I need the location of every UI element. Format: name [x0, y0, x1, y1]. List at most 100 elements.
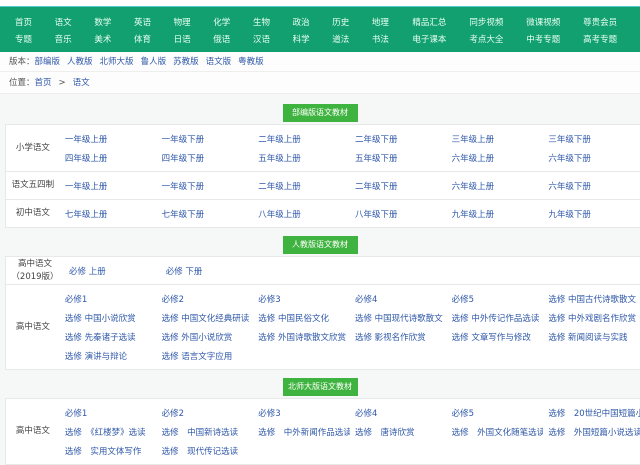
nav-link[interactable]: 汉语	[253, 33, 293, 45]
textbook-link[interactable]: 选修 外国小说欣赏	[157, 331, 254, 343]
textbook-link[interactable]: 六年级上册	[447, 180, 544, 192]
textbook-link[interactable]: 选修 现代传记选读	[157, 445, 254, 457]
textbook-link[interactable]: 选修 中外戏剧名作欣赏	[543, 312, 640, 324]
textbook-link[interactable]: 一年级上册	[60, 133, 157, 145]
textbook-link[interactable]: 五年级下册	[350, 152, 447, 164]
nav-link[interactable]: 数学	[94, 16, 134, 28]
nav-link[interactable]: 历史	[332, 16, 372, 28]
textbook-link[interactable]: 二年级上册	[253, 133, 350, 145]
textbook-link[interactable]: 二年级下册	[350, 180, 447, 192]
nav-link[interactable]: 语文	[55, 16, 95, 28]
textbook-link[interactable]: 选修 中外传记作品选读	[447, 312, 544, 324]
textbook-link[interactable]: 四年级下册	[157, 152, 254, 164]
textbook-link[interactable]: 九年级上册	[447, 208, 544, 220]
nav-link[interactable]: 同步视频	[469, 16, 526, 28]
version-link[interactable]: 粤教版	[238, 57, 264, 67]
version-link[interactable]: 语文版	[206, 57, 232, 67]
textbook-link[interactable]: 选修 演讲与辩论	[60, 350, 157, 362]
textbook-link[interactable]: 必修4	[350, 293, 447, 305]
nav-link[interactable]: 精品汇总	[412, 16, 469, 28]
nav-link[interactable]: 高考专题	[583, 33, 640, 45]
textbook-link[interactable]: 一年级下册	[157, 180, 254, 192]
textbook-link[interactable]: 必修1	[60, 407, 157, 419]
textbook-link[interactable]: 选修 外国短篇小说选读	[543, 426, 640, 438]
textbook-link[interactable]: 三年级下册	[543, 133, 640, 145]
textbook-link[interactable]: 必修5	[447, 293, 544, 305]
nav-link[interactable]: 考点大全	[469, 33, 526, 45]
textbook-link[interactable]: 必修 上册	[64, 265, 161, 277]
textbook-link[interactable]: 必修2	[157, 407, 254, 419]
textbook-link[interactable]: 九年级下册	[543, 208, 640, 220]
textbook-link[interactable]: 选修 外国文化随笔选读	[447, 426, 544, 438]
textbook-link[interactable]: 选修 唐诗欣赏	[350, 426, 447, 438]
textbook-link[interactable]: 选修 中国小说欣赏	[60, 312, 157, 324]
textbook-link[interactable]: 七年级上册	[60, 208, 157, 220]
nav-link[interactable]: 生物	[253, 16, 293, 28]
nav-link[interactable]: 尊贵会员	[583, 16, 640, 28]
nav-link[interactable]: 中考专题	[526, 33, 583, 45]
textbook-link[interactable]: 选修 《红楼梦》选读	[60, 426, 157, 438]
textbook-link[interactable]: 必修3	[253, 293, 350, 305]
nav-link[interactable]: 地理	[372, 16, 413, 28]
textbook-link[interactable]: 三年级上册	[447, 133, 544, 145]
nav-link[interactable]: 俄语	[213, 33, 253, 45]
textbook-link[interactable]: 一年级下册	[157, 133, 254, 145]
textbook-link[interactable]: 选修 20世纪中国短篇小	[543, 407, 640, 419]
nav-link[interactable]: 专题	[15, 33, 55, 45]
textbook-link[interactable]: 二年级下册	[350, 133, 447, 145]
textbook-link[interactable]: 六年级下册	[543, 152, 640, 164]
textbook-link[interactable]: 必修4	[350, 407, 447, 419]
nav-link[interactable]: 道法	[332, 33, 372, 45]
nav-link[interactable]: 书法	[372, 33, 413, 45]
textbook-link[interactable]: 六年级上册	[447, 152, 544, 164]
textbook-link[interactable]: 选修 中外新闻作品选读	[253, 426, 350, 438]
nav-link[interactable]: 科学	[293, 33, 333, 45]
textbook-link[interactable]: 选修 新闻阅读与实践	[543, 331, 640, 343]
nav-link[interactable]: 美术	[94, 33, 134, 45]
textbook-link[interactable]: 八年级下册	[350, 208, 447, 220]
textbook-link[interactable]: 必修 下册	[161, 265, 258, 277]
section-title-button[interactable]: 人教版语文教材	[282, 236, 358, 254]
textbook-link[interactable]: 八年级上册	[253, 208, 350, 220]
textbook-link[interactable]: 选修 语言文字应用	[157, 350, 254, 362]
textbook-link[interactable]: 七年级下册	[157, 208, 254, 220]
nav-link[interactable]: 物理	[174, 16, 214, 28]
textbook-link[interactable]: 二年级上册	[253, 180, 350, 192]
textbook-link[interactable]: 一年级上册	[60, 180, 157, 192]
version-link[interactable]: 部编版	[35, 57, 61, 67]
nav-link[interactable]: 体育	[134, 33, 174, 45]
textbook-link[interactable]: 选修 中国新诗选读	[157, 426, 254, 438]
nav-link[interactable]: 音乐	[55, 33, 95, 45]
textbook-link[interactable]: 选修 中国古代诗歌散文	[543, 293, 640, 305]
textbook-link[interactable]: 必修3	[253, 407, 350, 419]
version-link[interactable]: 人教版	[67, 57, 93, 67]
nav-link[interactable]: 化学	[213, 16, 253, 28]
nav-link[interactable]: 日语	[174, 33, 214, 45]
breadcrumb-home[interactable]: 首页	[35, 78, 52, 88]
nav-link[interactable]: 英语	[134, 16, 174, 28]
textbook-link[interactable]: 选修 实用文体写作	[60, 445, 157, 457]
version-link[interactable]: 苏教版	[173, 57, 199, 67]
nav-link[interactable]: 微课视频	[526, 16, 583, 28]
section-title-button[interactable]: 北师大版语文教材	[282, 378, 358, 396]
textbook-link[interactable]: 四年级上册	[60, 152, 157, 164]
textbook-link[interactable]: 必修1	[60, 293, 157, 305]
nav-link[interactable]: 首页	[15, 16, 55, 28]
textbook-link[interactable]: 必修2	[157, 293, 254, 305]
textbook-link[interactable]: 选修 中国文化经典研读	[157, 312, 254, 324]
version-link[interactable]: 鲁人版	[141, 57, 167, 67]
breadcrumb-current[interactable]: 语文	[73, 78, 90, 88]
textbook-link[interactable]: 五年级上册	[253, 152, 350, 164]
version-link[interactable]: 北师大版	[100, 57, 134, 67]
textbook-link[interactable]: 选修 中国民俗文化	[253, 312, 350, 324]
section-title-button[interactable]: 部编版语文教材	[282, 104, 358, 122]
textbook-link[interactable]: 必修5	[447, 407, 544, 419]
textbook-link[interactable]: 六年级下册	[543, 180, 640, 192]
nav-link[interactable]: 政治	[293, 16, 333, 28]
textbook-link[interactable]: 选修 文章写作与修改	[447, 331, 544, 343]
textbook-link[interactable]: 选修 中国现代诗歌散文	[350, 312, 447, 324]
textbook-link[interactable]: 选修 先秦诸子选读	[60, 331, 157, 343]
textbook-link[interactable]: 选修 外国诗歌散文欣赏	[253, 331, 350, 343]
textbook-link[interactable]: 选修 影视名作欣赏	[350, 331, 447, 343]
nav-link[interactable]: 电子课本	[412, 33, 469, 45]
